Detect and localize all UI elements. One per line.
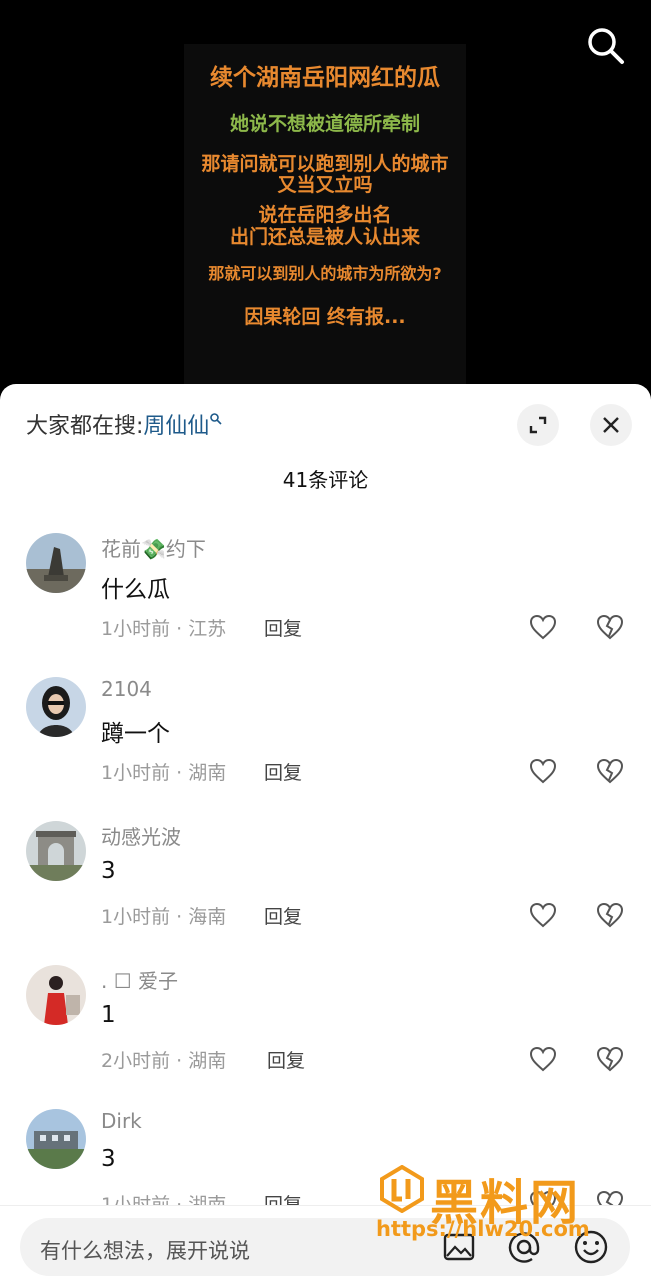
comment-time-location: 1小时前 · 海南	[101, 906, 227, 928]
dislike-icon[interactable]	[594, 756, 626, 786]
watermark-url: https://hlw20.com	[376, 1217, 590, 1241]
video-player[interactable]: 续个湖南岳阳网红的瓜 她说不想被道德所牵制 那请问就可以跑到别人的城市 又当又立…	[0, 0, 651, 384]
comment-time-location: 1小时前 · 湖南	[101, 1194, 227, 1205]
expand-button[interactable]	[517, 404, 559, 446]
video-line: 续个湖南岳阳网红的瓜	[210, 65, 440, 91]
dislike-icon[interactable]	[594, 1044, 626, 1074]
comment-item: 花前💸约下 什么瓜 1小时前 · 江苏 回复	[0, 533, 651, 673]
video-line: 又当又立吗	[277, 174, 373, 196]
comment-text: 3	[101, 1146, 116, 1172]
comment-text: 1	[101, 1002, 116, 1028]
like-icon[interactable]	[528, 1044, 558, 1074]
comments-count: 41条评论	[282, 468, 369, 492]
comment-item: 2104 蹲一个 1小时前 · 湖南 回复	[0, 677, 651, 817]
reply-button[interactable]: 回复	[264, 614, 302, 641]
like-icon[interactable]	[528, 900, 558, 930]
watermark: 黑料网 https://hlw20.com	[376, 1163, 626, 1241]
expand-icon	[529, 416, 547, 434]
video-line: 出门还总是被人认出来	[229, 226, 420, 248]
trending-label: 大家都在搜:	[26, 414, 144, 439]
comment-input-placeholder: 有什么想法，展开说说	[40, 1239, 250, 1263]
video-line: 说在岳阳多出名	[258, 204, 392, 226]
video-caption-overlay: 续个湖南岳阳网红的瓜 她说不想被道德所牵制 那请问就可以跑到别人的城市 又当又立…	[184, 44, 466, 384]
comment-username[interactable]: 花前💸约下	[101, 533, 206, 562]
like-icon[interactable]	[528, 612, 558, 642]
comment-item: . ☐ 爱子 1 2小时前 · 湖南 回复	[0, 965, 651, 1105]
avatar[interactable]	[26, 821, 86, 881]
search-button[interactable]	[584, 24, 628, 68]
video-line: 那就可以到别人的城市为所欲为?	[208, 264, 442, 283]
video-line: 她说不想被道德所牵制	[229, 113, 420, 135]
avatar[interactable]	[26, 533, 86, 593]
comment-username[interactable]: Dirk	[101, 1109, 142, 1133]
search-small-icon	[210, 413, 223, 425]
avatar[interactable]	[26, 1109, 86, 1169]
comment-time-location: 2小时前 · 湖南	[101, 1050, 227, 1072]
trending-term[interactable]: 周仙仙	[143, 414, 209, 439]
close-icon	[603, 417, 619, 433]
comment-username[interactable]: 动感光波	[101, 821, 181, 850]
comment-time-location: 1小时前 · 湖南	[101, 762, 227, 784]
trending-search[interactable]: 大家都在搜:周仙仙	[26, 408, 223, 440]
dislike-icon[interactable]	[594, 612, 626, 642]
comment-text: 什么瓜	[101, 577, 170, 603]
comment-username[interactable]: . ☐ 爱子	[101, 965, 178, 994]
avatar[interactable]	[26, 965, 86, 1025]
dislike-icon[interactable]	[594, 900, 626, 930]
close-button[interactable]	[590, 404, 632, 446]
video-line: 那请问就可以跑到别人的城市	[201, 153, 449, 175]
like-icon[interactable]	[528, 756, 558, 786]
comment-text: 3	[101, 858, 116, 884]
reply-button[interactable]: 回复	[264, 1190, 302, 1205]
reply-button[interactable]: 回复	[267, 1046, 305, 1073]
comment-item: 动感光波 3 1小时前 · 海南 回复	[0, 821, 651, 961]
watermark-logo-icon	[380, 1165, 424, 1213]
video-line: 因果轮回 终有报...	[244, 306, 406, 328]
avatar[interactable]	[26, 677, 86, 737]
reply-button[interactable]: 回复	[264, 902, 302, 929]
comment-time-location: 1小时前 · 江苏	[101, 618, 227, 640]
search-icon	[588, 28, 624, 64]
reply-button[interactable]: 回复	[264, 758, 302, 785]
comment-username[interactable]: 2104	[101, 677, 152, 701]
comment-text: 蹲一个	[101, 721, 170, 747]
